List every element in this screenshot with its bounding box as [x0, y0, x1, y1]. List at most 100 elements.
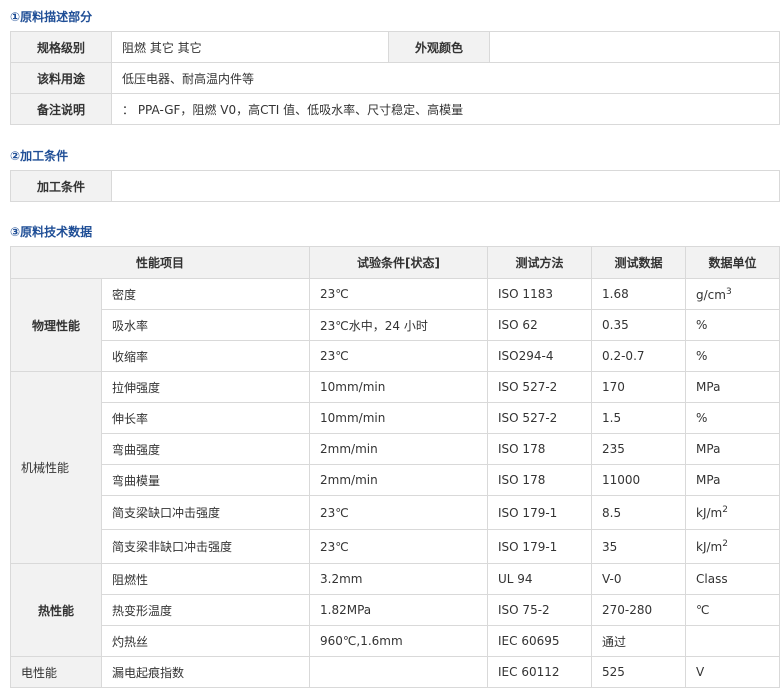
property-condition: 23℃ [309, 340, 489, 372]
property-item: 拉伸强度 [100, 371, 311, 403]
table-header-row: 性能项目 试验条件[状态] 测试方法 测试数据 数据单位 [9, 246, 780, 279]
table-row: 吸水率 23℃水中，24 小时 ISO 62 0.35 % [11, 309, 780, 341]
property-item: 阻燃性 [100, 563, 311, 595]
property-condition: 23℃ [309, 495, 489, 530]
section-title-tech-data: ③原料技术数据 [10, 225, 93, 239]
table-row: 热变形温度 1.82MPa ISO 75-2 270-280 ℃ [11, 594, 780, 626]
table-row: 简支梁缺口冲击强度 23℃ ISO 179-1 8.5 kJ/m2 [11, 495, 780, 530]
spec-label: 规格级别 [10, 31, 112, 63]
table-row: 伸长率 10mm/min ISO 527-2 1.5 % [11, 402, 780, 434]
property-value: 0.35 [591, 309, 687, 341]
property-method: ISO 75-2 [487, 594, 593, 626]
group-mechanical: 机械性能 [10, 371, 102, 564]
property-condition: 23℃ [309, 278, 489, 310]
property-value: 0.2-0.7 [591, 340, 687, 372]
usage-label: 该料用途 [10, 62, 112, 94]
property-method: ISO 179-1 [487, 495, 593, 530]
property-unit: Class [685, 563, 780, 595]
property-method: ISO 178 [487, 433, 593, 465]
unit-text: kJ/m [696, 506, 723, 520]
processing-value [111, 170, 780, 202]
description-table: 规格级别 阻燃 其它 其它 外观颜色 该料用途 低压电器、耐高温内件等 备注说明… [10, 31, 780, 125]
property-method: IEC 60112 [487, 656, 593, 688]
table-row: 规格级别 阻燃 其它 其它 外观颜色 [10, 31, 780, 63]
property-condition: 2mm/min [309, 433, 489, 465]
property-method: ISO294-4 [487, 340, 593, 372]
property-method: ISO 527-2 [487, 402, 593, 434]
processing-label: 加工条件 [10, 170, 112, 202]
property-method: ISO 178 [487, 464, 593, 496]
table-row: 收缩率 23℃ ISO294-4 0.2-0.7 % [11, 340, 780, 372]
usage-value: 低压电器、耐高温内件等 [111, 62, 780, 94]
property-method: ISO 179-1 [487, 529, 593, 564]
property-value: 通过 [591, 625, 687, 657]
unit-text: g/cm [696, 287, 726, 302]
remark-value: ： PPA-GF，阻燃 V0，高CTI 值、低吸水率、尺寸稳定、高模量 [111, 93, 780, 125]
section-title-description: ①原料描述部分 [10, 10, 93, 24]
property-value: 525 [591, 656, 687, 688]
header-unit: 数据单位 [685, 246, 780, 279]
property-value: 235 [591, 433, 687, 465]
unit-superscript: 3 [725, 286, 732, 297]
property-unit: ℃ [685, 594, 780, 626]
property-unit: % [685, 402, 780, 434]
property-unit [685, 625, 780, 657]
property-item: 密度 [100, 278, 311, 310]
property-unit: V [685, 656, 780, 688]
property-unit: % [685, 340, 780, 372]
property-condition: 3.2mm [309, 563, 489, 595]
property-condition: 10mm/min [309, 371, 489, 403]
property-unit: % [685, 309, 780, 341]
unit-text: kJ/m [696, 540, 723, 554]
property-method: ISO 527-2 [487, 371, 593, 403]
property-method: IEC 60695 [487, 625, 593, 657]
property-value: V-0 [591, 563, 687, 595]
table-row: 加工条件 [10, 170, 780, 202]
header-value: 测试数据 [591, 246, 687, 279]
property-method: UL 94 [487, 563, 593, 595]
header-method: 测试方法 [487, 246, 593, 279]
section-title-processing: ②加工条件 [10, 149, 69, 163]
property-unit: g/cm3 [685, 278, 780, 310]
table-row: 机械性能 拉伸强度 10mm/min ISO 527-2 170 MPa [10, 371, 780, 564]
header-condition: 试验条件[状态] [309, 246, 489, 279]
table-row: 该料用途 低压电器、耐高温内件等 [10, 62, 780, 94]
color-value [489, 31, 780, 63]
property-item: 弯曲强度 [100, 433, 311, 465]
table-row: 简支梁非缺口冲击强度 23℃ ISO 179-1 35 kJ/m2 [11, 529, 780, 564]
unit-superscript: 2 [722, 539, 728, 549]
property-unit: MPa [685, 464, 780, 496]
property-value: 8.5 [591, 495, 687, 530]
group-thermal: 热性能 [10, 563, 102, 657]
property-unit: kJ/m2 [685, 529, 780, 564]
property-condition: 23℃水中，24 小时 [309, 309, 489, 341]
table-row: 弯曲模量 2mm/min ISO 178 11000 MPa [11, 464, 780, 496]
property-item: 简支梁缺口冲击强度 [100, 495, 311, 530]
property-item: 伸长率 [100, 402, 311, 434]
property-value: 270-280 [591, 594, 687, 626]
header-property: 性能项目 [9, 246, 311, 279]
property-condition [309, 656, 489, 688]
property-unit: kJ/m2 [685, 495, 780, 530]
table-row: 灼热丝 960℃,1.6mm IEC 60695 通过 [11, 625, 780, 657]
property-unit: MPa [685, 371, 780, 403]
property-value: 1.68 [591, 278, 687, 310]
property-unit: MPa [685, 433, 780, 465]
property-condition: 1.82MPa [309, 594, 489, 626]
property-condition: 2mm/min [309, 464, 489, 496]
group-physical: 物理性能 [10, 278, 102, 372]
property-value: 170 [591, 371, 687, 403]
property-value: 1.5 [591, 402, 687, 434]
property-item: 吸水率 [100, 309, 311, 341]
property-item: 灼热丝 [100, 625, 311, 657]
property-item: 弯曲模量 [100, 464, 311, 496]
table-row: 备注说明 ： PPA-GF，阻燃 V0，高CTI 值、低吸水率、尺寸稳定、高模量 [10, 93, 780, 125]
remark-label: 备注说明 [10, 93, 112, 125]
color-label: 外观颜色 [388, 31, 490, 63]
property-condition: 23℃ [309, 529, 489, 564]
property-condition: 960℃,1.6mm [309, 625, 489, 657]
table-row: 弯曲强度 2mm/min ISO 178 235 MPa [11, 433, 780, 465]
property-item: 热变形温度 [100, 594, 311, 626]
table-row: 热性能 阻燃性 3.2mm UL 94 V-0 Class [10, 563, 780, 657]
unit-superscript: 2 [722, 505, 728, 515]
